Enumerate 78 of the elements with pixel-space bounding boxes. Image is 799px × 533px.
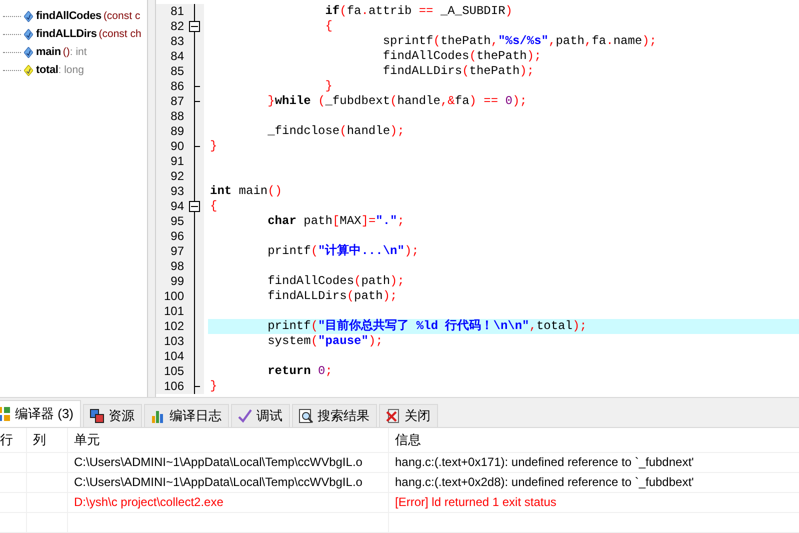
panel-tab[interactable]: 资源 xyxy=(82,404,142,427)
panel-tab[interactable]: 关闭 xyxy=(378,404,438,427)
line-number: 89 xyxy=(156,124,186,139)
search-icon xyxy=(298,409,312,423)
message-text: hang.c:(.text+0x171): undefined reference to `_fubdnext' xyxy=(395,455,694,469)
line-number: 105 xyxy=(156,364,186,379)
panel-tab[interactable]: 编译日志 xyxy=(144,404,228,427)
bar-chart-icon xyxy=(150,409,164,423)
method-icon xyxy=(24,10,33,22)
tree-item[interactable]: findALLDirs (const ch xyxy=(0,25,147,43)
code-line: { xyxy=(324,19,334,34)
code-line: { xyxy=(209,199,218,214)
checkmark-icon xyxy=(238,409,252,423)
line-number: 100 xyxy=(156,289,186,304)
unit-text: C:\Users\ADMINI~1\AppData\Local\Temp\ccWVbgIL.o xyxy=(74,455,362,469)
code-line: sprintf(thePath,"%s/%s",path,fa.name); xyxy=(382,34,658,49)
line-number: 86 xyxy=(156,79,186,94)
code-line: findALLDirs(path); xyxy=(266,289,398,304)
line-number: 94 xyxy=(156,199,186,214)
fold-toggle-icon[interactable] xyxy=(189,201,200,212)
line-number: 106 xyxy=(156,379,186,394)
line-number: 92 xyxy=(156,169,186,184)
method-icon xyxy=(24,28,33,40)
line-number: 98 xyxy=(156,259,186,274)
line-number: 93 xyxy=(156,184,186,199)
line-number: 102 xyxy=(156,319,186,334)
code-line: findALLDirs(thePath); xyxy=(382,64,536,79)
code-line: }while (_fubdbext(handle,&fa) == 0); xyxy=(266,94,528,109)
line-number: 85 xyxy=(156,64,186,79)
code-editor[interactable] xyxy=(155,0,799,397)
line-number: 87 xyxy=(156,94,186,109)
code-line: system("pause"); xyxy=(266,334,384,349)
code-line: findAllCodes(thePath); xyxy=(382,49,542,64)
code-line: _findclose(handle); xyxy=(266,124,406,139)
column-header[interactable]: 单元 xyxy=(68,428,389,452)
variable-icon xyxy=(24,64,33,76)
code-line: } xyxy=(209,379,218,394)
line-number: 104 xyxy=(156,349,186,364)
line-number: 84 xyxy=(156,49,186,64)
grid-icon xyxy=(0,407,10,421)
code-line: return 0; xyxy=(266,364,334,379)
fold-guide xyxy=(186,4,204,19)
code-line: int main() xyxy=(209,184,284,199)
line-number: 88 xyxy=(156,109,186,124)
code-line: } xyxy=(209,139,218,154)
fold-toggle-icon[interactable] xyxy=(189,21,200,32)
message-text: hang.c:(.text+0x2d8): undefined reference to `_fubdbext' xyxy=(395,475,694,489)
line-number: 90 xyxy=(156,139,186,154)
column-header[interactable]: 行 xyxy=(0,428,27,452)
line-number: 81 xyxy=(156,4,186,19)
error-unit-text: D:\ysh\c project\collect2.exe xyxy=(74,495,224,509)
line-number: 95 xyxy=(156,214,186,229)
line-number: 82 xyxy=(156,19,186,34)
panel-tab[interactable]: 搜索结果 xyxy=(292,404,376,427)
code-line: printf("计算中...\n"); xyxy=(266,244,420,259)
column-header[interactable]: 列 xyxy=(27,428,68,452)
error-message-text: [Error] ld returned 1 exit status xyxy=(395,495,556,509)
line-number: 103 xyxy=(156,334,186,349)
unit-text: C:\Users\ADMINI~1\AppData\Local\Temp\ccWVbgIL.o xyxy=(74,475,362,489)
windows-icon xyxy=(90,409,104,423)
code-line: char path[MAX]="."; xyxy=(266,214,406,229)
line-number: 99 xyxy=(156,274,186,289)
tree-item[interactable]: findAllCodes (const c xyxy=(0,7,147,25)
line-number: 96 xyxy=(156,229,186,244)
tree-item[interactable]: main (): int xyxy=(0,43,147,61)
code-line: if(fa.attrib == _A_SUBDIR) xyxy=(324,4,514,19)
method-icon xyxy=(24,46,33,58)
code-line: } xyxy=(324,79,334,94)
line-number: 97 xyxy=(156,244,186,259)
line-number: 101 xyxy=(156,304,186,319)
code-line: findAllCodes(path); xyxy=(266,274,406,289)
line-number: 83 xyxy=(156,34,186,49)
column-header[interactable]: 信息 xyxy=(389,428,799,452)
tree-item[interactable]: total: long xyxy=(0,61,147,79)
panel-tab[interactable]: 调试 xyxy=(230,404,290,427)
panel-tab[interactable]: 编译器 (3) xyxy=(0,400,80,427)
line-number: 91 xyxy=(156,154,186,169)
close-icon xyxy=(386,409,400,423)
